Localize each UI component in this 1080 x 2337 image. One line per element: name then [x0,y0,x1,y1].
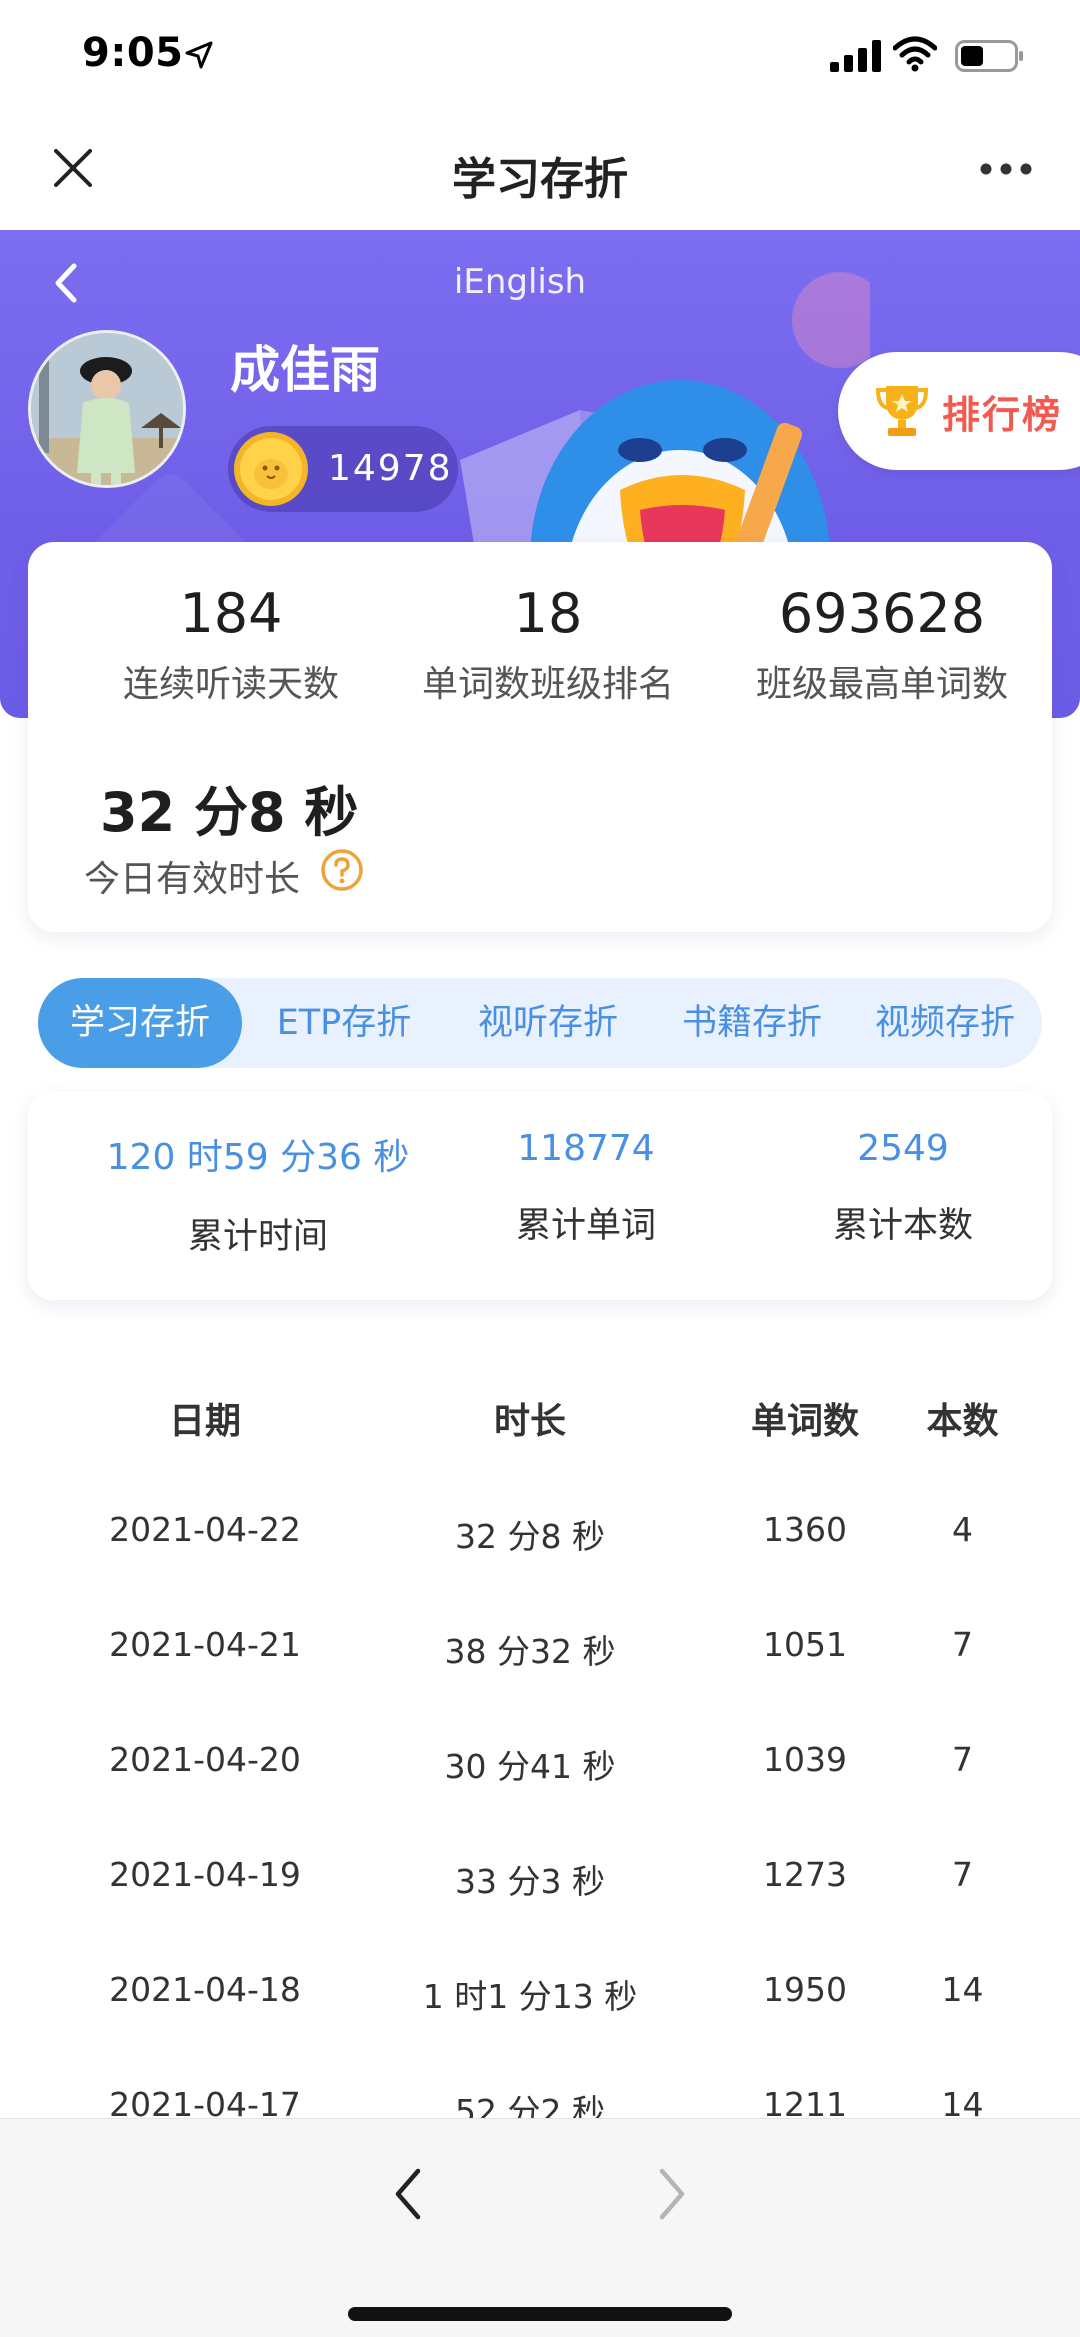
summary-label: 累计时间 [187,1217,328,1257]
cell-words: 1273 [763,1855,847,1894]
cell-duration: 32 分8 秒 [455,1517,605,1556]
leaderboard-label: 排行榜 [942,393,1063,437]
more-options-icon[interactable] [978,161,1034,177]
cell-words: 1950 [763,1970,847,2009]
leaderboard-button[interactable]: 排行榜 [838,352,1080,470]
browser-bottom-bar [0,2118,1080,2337]
stat-value: 184 [179,582,283,645]
passbook-tabs: 学习存折 ETP存折 视听存折 书籍存折 视频存折 [38,978,1042,1068]
tab-etp-passbook[interactable]: ETP存折 [242,978,446,1068]
cell-books: 4 [952,1510,973,1549]
column-header-duration: 时长 [493,1401,566,1442]
cell-date: 2021-04-19 [109,1855,301,1894]
column-header-words: 单词数 [750,1401,859,1442]
stat-label: 单词数班级排名 [421,664,674,705]
stat-class-max-words: 693628 班级最高单词数 [712,582,1052,707]
battery-icon [955,40,1023,72]
table-row: 2021-04-19 33 分3 秒 1273 7 [0,1855,1080,1970]
today-duration-value: 32 分8 秒 [100,781,359,844]
summary-value: 120 时59 分36 秒 [106,1137,410,1178]
cell-words: 1039 [763,1740,847,1779]
table-row: 2021-04-20 30 分41 秒 1039 7 [0,1740,1080,1855]
summary-card: 120 时59 分36 秒 累计时间 118774 累计单词 2549 累计本数 [28,1092,1052,1300]
cell-books: 7 [952,1740,973,1779]
cell-date: 2021-04-22 [109,1510,301,1549]
stat-class-rank: 18 单词数班级排名 [378,582,718,707]
summary-label: 累计本数 [832,1206,973,1246]
tab-audiovisual-passbook[interactable]: 视听存折 [446,978,650,1068]
cell-date: 2021-04-18 [109,1970,301,2009]
stat-value: 693628 [778,582,986,645]
title-bar: 学习存折 [0,115,1080,230]
summary-value: 2549 [857,1128,949,1169]
help-icon[interactable] [320,848,364,892]
cell-duration: 33 分3 秒 [455,1862,605,1901]
stats-card: 184 连续听读天数 18 单词数班级排名 693628 班级最高单词数 32 … [28,542,1052,932]
stat-label: 连续听读天数 [122,664,339,705]
user-name: 成佳雨 [230,341,380,399]
coin-value: 14978 [328,448,453,489]
cell-date: 2021-04-21 [109,1625,301,1664]
avatar-photo [31,333,183,485]
cell-books: 7 [952,1855,973,1894]
table-row: 2021-04-18 1 时1 分13 秒 1950 14 [0,1970,1080,2085]
cell-words: 1360 [763,1510,847,1549]
trophy-icon [875,386,929,436]
cell-books: 14 [941,1970,984,2009]
cell-words: 1051 [763,1625,847,1664]
column-header-books: 本数 [926,1401,999,1442]
cell-duration: 1 时1 分13 秒 [422,1977,638,2016]
avatar[interactable] [28,330,186,488]
cell-duration: 30 分41 秒 [444,1747,616,1786]
today-duration-label: 今日有效时长 [84,859,301,900]
column-header-date: 日期 [168,1401,241,1442]
page-title: 学习存折 [452,154,628,205]
stat-value: 18 [513,582,583,645]
cell-date: 2021-04-20 [109,1740,301,1779]
cellular-signal-icon [830,40,881,72]
summary-total-words: 118774 累计单词 [466,1128,706,1248]
tab-study-passbook[interactable]: 学习存折 [38,978,242,1068]
stat-label: 班级最高单词数 [755,664,1008,705]
tab-video-passbook[interactable]: 视频存折 [848,978,1042,1068]
home-indicator[interactable] [348,2307,732,2321]
coin-icon [234,432,308,506]
wifi-icon [893,36,937,72]
table-row: 2021-04-22 32 分8 秒 1360 4 [0,1510,1080,1625]
chevron-left-icon[interactable] [388,2159,428,2229]
status-time: 9:05 [82,30,184,76]
status-bar: 9:05 [0,0,1080,115]
cell-duration: 38 分32 秒 [444,1632,616,1671]
summary-label: 累计单词 [515,1206,656,1246]
summary-total-time: 120 时59 分36 秒 累计时间 [58,1128,458,1259]
coin-balance[interactable]: 14978 [228,426,458,512]
summary-total-books: 2549 累计本数 [788,1128,1018,1248]
cell-books: 7 [952,1625,973,1664]
summary-value: 118774 [517,1128,655,1169]
chevron-right-icon[interactable] [652,2159,692,2229]
stat-consecutive-days: 184 连续听读天数 [46,582,416,707]
study-passbook-page: 9:05 学习存折 iEnglish 成佳雨 14978 排行榜 184 连续听… [0,0,1080,2337]
location-arrow-icon [185,41,213,69]
tab-books-passbook[interactable]: 书籍存折 [650,978,854,1068]
table-row: 2021-04-21 38 分32 秒 1051 7 [0,1625,1080,1740]
